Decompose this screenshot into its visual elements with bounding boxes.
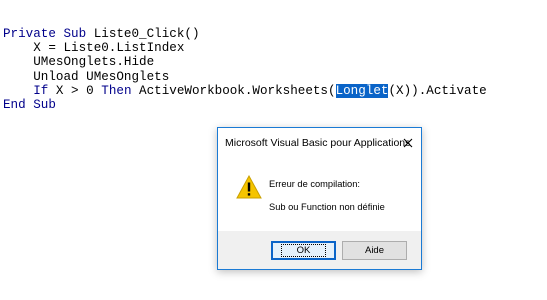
code-line-4: Unload UMesOnglets xyxy=(3,69,170,84)
help-button[interactable]: Aide xyxy=(342,241,407,260)
keyword-then: Then xyxy=(101,83,132,98)
keyword-if: If xyxy=(33,83,49,98)
error-dialog: Microsoft Visual Basic pour Applications… xyxy=(217,127,422,270)
code-text: Liste0_Click() xyxy=(86,27,200,41)
code-line-5: If X > 0 Then ActiveWorkbook.Worksheets(… xyxy=(3,83,487,98)
keyword: Private Sub xyxy=(3,27,87,41)
ok-button[interactable]: OK xyxy=(271,241,336,260)
error-title: Erreur de compilation: xyxy=(269,179,360,189)
error-detail: Sub ou Function non définie xyxy=(269,202,385,212)
code-text: X > 0 xyxy=(48,83,102,98)
code-line-6: End Sub xyxy=(3,97,56,112)
dialog-body: Erreur de compilation: Sub ou Function n… xyxy=(218,158,421,231)
dialog-footer: OK Aide xyxy=(218,231,421,269)
code-line-2: X = Liste0.ListIndex xyxy=(3,41,185,56)
code-line-3: UMesOnglets.Hide xyxy=(3,55,155,70)
dialog-title: Microsoft Visual Basic pour Applications xyxy=(225,137,411,149)
code-text: (X)).Activate xyxy=(388,83,487,98)
ok-label: OK xyxy=(280,244,327,257)
warning-icon xyxy=(236,175,262,199)
code-line-1: Private Sub Liste0_Click() xyxy=(3,27,487,41)
selected-identifier[interactable]: Longlet xyxy=(335,83,389,98)
code-block[interactable]: Private Sub Liste0_Click() X = Liste0.Li… xyxy=(3,27,487,112)
close-icon xyxy=(403,138,413,148)
close-button[interactable] xyxy=(397,132,419,154)
dialog-titlebar[interactable]: Microsoft Visual Basic pour Applications xyxy=(218,128,421,158)
code-text: ActiveWorkbook.Worksheets( xyxy=(131,83,336,98)
